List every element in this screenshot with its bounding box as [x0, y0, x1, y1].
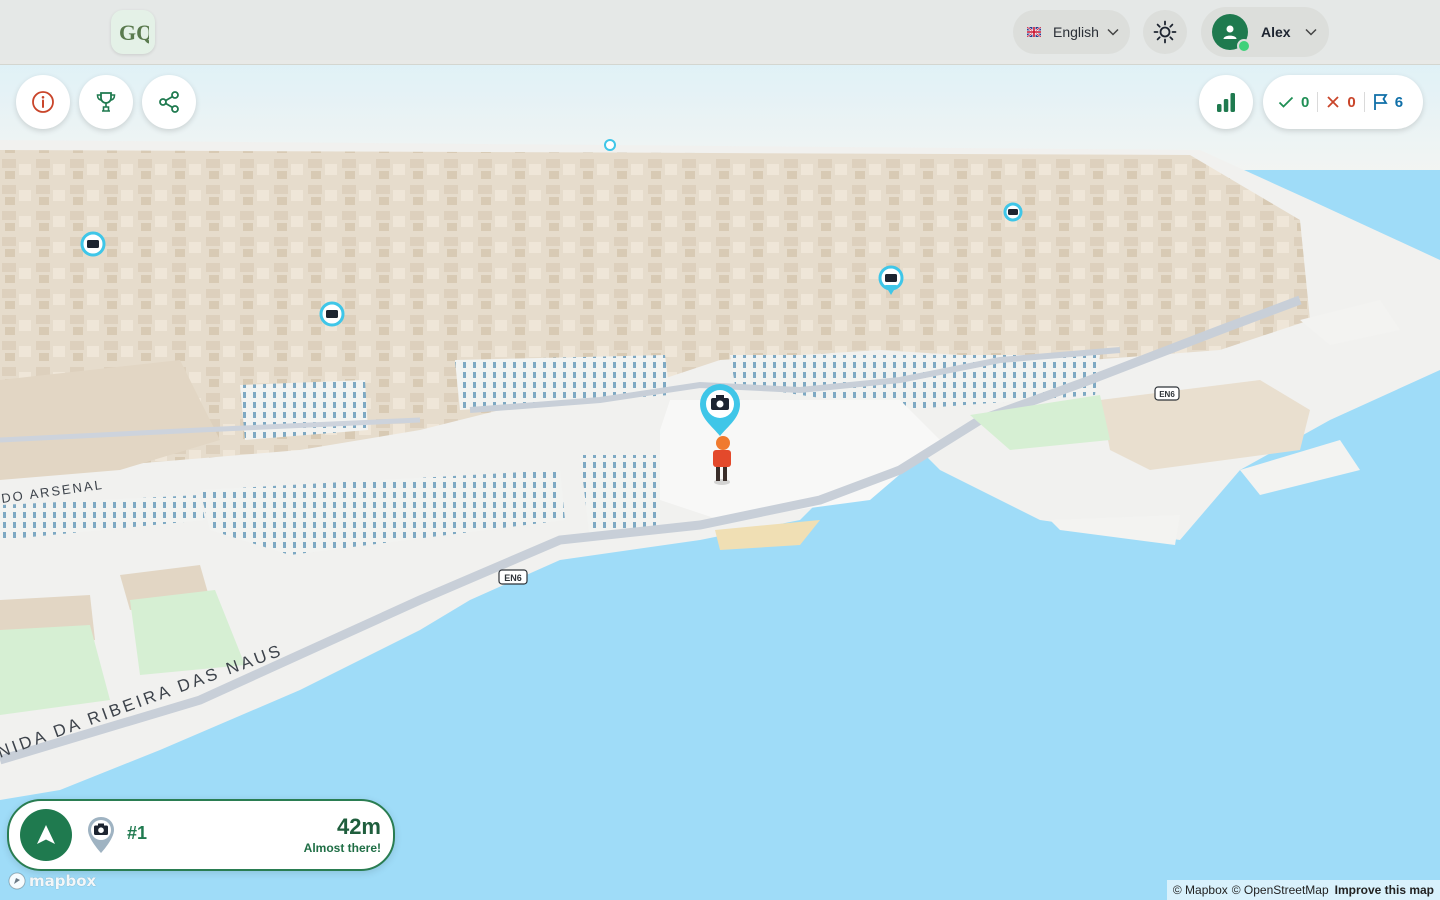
- photo-marker[interactable]: [1003, 202, 1023, 222]
- chevron-down-icon: [1107, 28, 1119, 36]
- correct-value: 0: [1301, 93, 1310, 111]
- mapbox-mark-icon: [8, 872, 26, 890]
- stats-button[interactable]: [1199, 75, 1253, 129]
- road-shield: EN6: [498, 569, 528, 585]
- target-number: #1: [127, 823, 148, 843]
- flag-value: 6: [1394, 93, 1404, 111]
- photo-marker[interactable]: [319, 301, 345, 327]
- wrong-count: 0: [1326, 93, 1356, 111]
- osm-attribution-link[interactable]: © OpenStreetMap: [1232, 883, 1329, 897]
- language-label: English: [1053, 24, 1099, 40]
- svg-text:EN6: EN6: [1159, 390, 1175, 399]
- bar-chart-icon: [1217, 93, 1235, 112]
- distance-value: 42m: [336, 814, 381, 839]
- target-pin-icon: [88, 817, 114, 853]
- map-canvas[interactable]: DO ARSENAL NIDA DA RIBEIRA DAS NAUS EN6 …: [0, 0, 1440, 900]
- svg-text:GQ: GQ: [119, 20, 149, 45]
- share-icon: [159, 91, 179, 113]
- improve-map-link[interactable]: Improve this map: [1335, 883, 1434, 897]
- share-button[interactable]: [142, 75, 196, 129]
- app-logo[interactable]: GQ: [111, 10, 155, 54]
- theme-toggle-button[interactable]: [1143, 10, 1187, 54]
- cross-icon: [1327, 96, 1339, 108]
- navigation-card[interactable]: #1 42m Almost there!: [7, 799, 395, 871]
- top-bar: GQ English Alex: [0, 0, 1440, 65]
- svg-text:EN6: EN6: [504, 573, 522, 583]
- check-icon: [1278, 96, 1294, 108]
- flag-count: 6: [1373, 93, 1403, 111]
- user-menu[interactable]: Alex: [1201, 7, 1329, 57]
- info-button[interactable]: [16, 75, 70, 129]
- avatar: [1212, 14, 1251, 53]
- user-name: Alex: [1261, 24, 1291, 40]
- sun-icon: [1153, 20, 1177, 44]
- proximity-hint: Almost there!: [303, 841, 381, 855]
- score-panel: 0 0 6: [1263, 75, 1423, 129]
- chevron-down-icon: [1305, 28, 1317, 36]
- navigation-arrow-icon: [37, 825, 55, 844]
- wrong-value: 0: [1347, 93, 1356, 111]
- correct-count: 0: [1278, 94, 1309, 111]
- flag-icon: [1373, 94, 1388, 110]
- road-shield: EN6: [1154, 386, 1180, 401]
- mapbox-logo[interactable]: mapbox: [8, 872, 96, 890]
- app-logo-mark: GQ: [119, 20, 149, 45]
- photo-marker[interactable]: [80, 231, 106, 257]
- photo-marker[interactable]: [604, 139, 616, 151]
- trophy-icon: [96, 92, 116, 112]
- trophy-button[interactable]: [79, 75, 133, 129]
- uk-flag-icon: [1027, 27, 1041, 37]
- info-icon: [32, 91, 54, 113]
- online-status-dot: [1237, 39, 1251, 53]
- mapbox-attribution-link[interactable]: © Mapbox: [1173, 883, 1228, 897]
- navigate-button[interactable]: [20, 809, 72, 861]
- score-divider: [1317, 92, 1319, 112]
- mapbox-wordmark: mapbox: [29, 872, 97, 890]
- score-divider: [1363, 92, 1365, 112]
- user-icon: [1223, 25, 1237, 39]
- language-selector[interactable]: English: [1013, 10, 1130, 54]
- map-attribution: © Mapbox © OpenStreetMap Improve this ma…: [1166, 880, 1440, 900]
